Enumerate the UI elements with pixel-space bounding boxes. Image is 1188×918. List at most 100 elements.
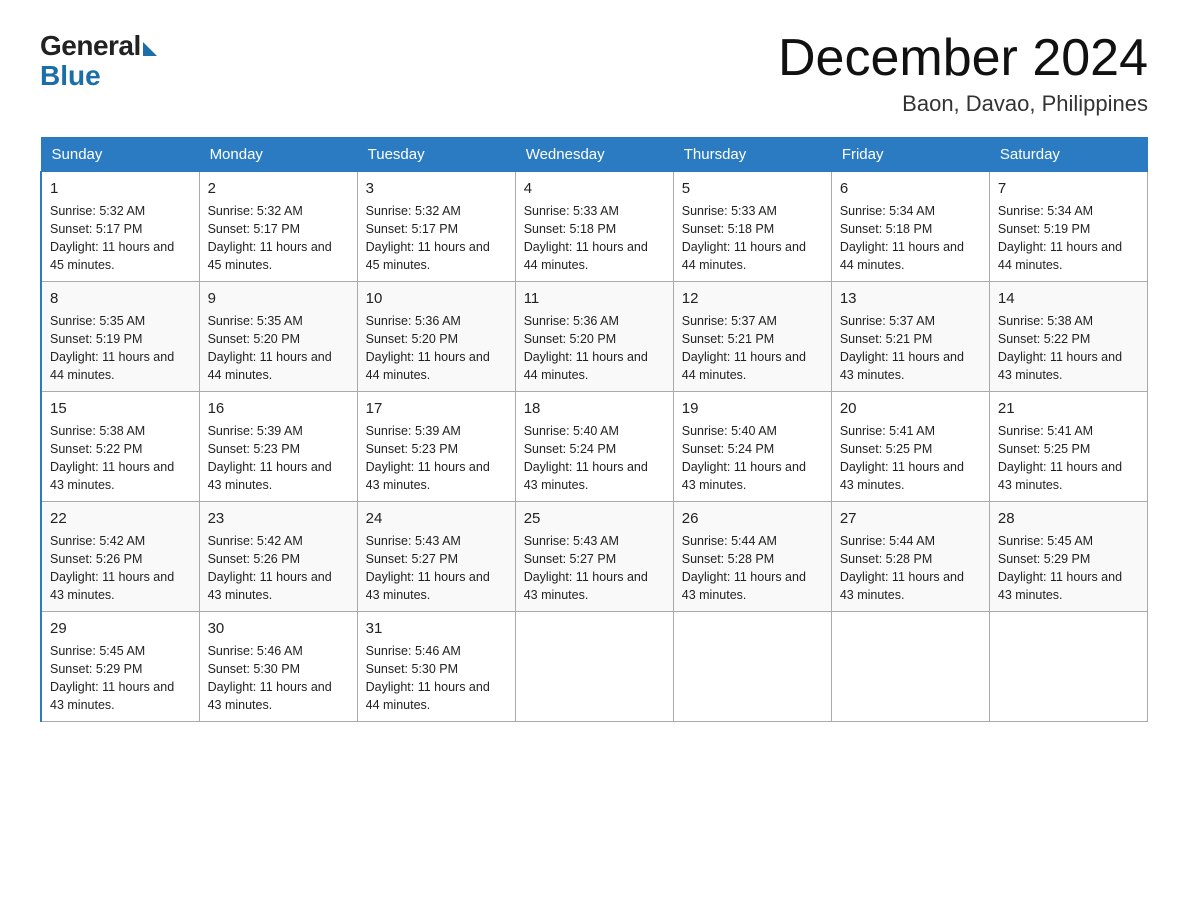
day-info: Sunrise: 5:46 AMSunset: 5:30 PMDaylight:… bbox=[366, 644, 490, 712]
day-info: Sunrise: 5:42 AMSunset: 5:26 PMDaylight:… bbox=[50, 534, 174, 602]
weekday-header-sunday: Sunday bbox=[41, 138, 199, 172]
calendar-cell: 6 Sunrise: 5:34 AMSunset: 5:18 PMDayligh… bbox=[831, 172, 989, 282]
calendar-cell: 21 Sunrise: 5:41 AMSunset: 5:25 PMDaylig… bbox=[989, 392, 1147, 502]
day-info: Sunrise: 5:45 AMSunset: 5:29 PMDaylight:… bbox=[998, 534, 1122, 602]
calendar-cell bbox=[515, 612, 673, 722]
day-number: 16 bbox=[208, 398, 349, 420]
day-number: 31 bbox=[366, 618, 507, 640]
weekday-header-monday: Monday bbox=[199, 138, 357, 172]
title-block: December 2024 Baon, Davao, Philippines bbox=[778, 30, 1148, 117]
day-info: Sunrise: 5:38 AMSunset: 5:22 PMDaylight:… bbox=[50, 424, 174, 492]
calendar-table: SundayMondayTuesdayWednesdayThursdayFrid… bbox=[40, 137, 1148, 722]
calendar-cell: 11 Sunrise: 5:36 AMSunset: 5:20 PMDaylig… bbox=[515, 282, 673, 392]
day-number: 27 bbox=[840, 508, 981, 530]
day-info: Sunrise: 5:41 AMSunset: 5:25 PMDaylight:… bbox=[998, 424, 1122, 492]
location-title: Baon, Davao, Philippines bbox=[778, 91, 1148, 117]
day-number: 21 bbox=[998, 398, 1139, 420]
day-number: 22 bbox=[50, 508, 191, 530]
calendar-cell: 23 Sunrise: 5:42 AMSunset: 5:26 PMDaylig… bbox=[199, 502, 357, 612]
day-number: 24 bbox=[366, 508, 507, 530]
calendar-cell bbox=[831, 612, 989, 722]
calendar-cell: 2 Sunrise: 5:32 AMSunset: 5:17 PMDayligh… bbox=[199, 172, 357, 282]
day-number: 2 bbox=[208, 178, 349, 200]
day-info: Sunrise: 5:44 AMSunset: 5:28 PMDaylight:… bbox=[840, 534, 964, 602]
calendar-cell: 26 Sunrise: 5:44 AMSunset: 5:28 PMDaylig… bbox=[673, 502, 831, 612]
day-info: Sunrise: 5:37 AMSunset: 5:21 PMDaylight:… bbox=[840, 314, 964, 382]
day-number: 18 bbox=[524, 398, 665, 420]
calendar-cell: 1 Sunrise: 5:32 AMSunset: 5:17 PMDayligh… bbox=[41, 172, 199, 282]
day-number: 25 bbox=[524, 508, 665, 530]
calendar-cell: 27 Sunrise: 5:44 AMSunset: 5:28 PMDaylig… bbox=[831, 502, 989, 612]
calendar-cell: 14 Sunrise: 5:38 AMSunset: 5:22 PMDaylig… bbox=[989, 282, 1147, 392]
day-info: Sunrise: 5:36 AMSunset: 5:20 PMDaylight:… bbox=[366, 314, 490, 382]
logo-triangle-icon bbox=[143, 42, 157, 56]
logo-general-text: General bbox=[40, 30, 141, 62]
day-info: Sunrise: 5:34 AMSunset: 5:18 PMDaylight:… bbox=[840, 204, 964, 272]
calendar-cell bbox=[673, 612, 831, 722]
calendar-cell: 7 Sunrise: 5:34 AMSunset: 5:19 PMDayligh… bbox=[989, 172, 1147, 282]
day-info: Sunrise: 5:39 AMSunset: 5:23 PMDaylight:… bbox=[208, 424, 332, 492]
calendar-cell: 24 Sunrise: 5:43 AMSunset: 5:27 PMDaylig… bbox=[357, 502, 515, 612]
weekday-header-row: SundayMondayTuesdayWednesdayThursdayFrid… bbox=[41, 138, 1148, 172]
day-info: Sunrise: 5:33 AMSunset: 5:18 PMDaylight:… bbox=[682, 204, 806, 272]
day-info: Sunrise: 5:33 AMSunset: 5:18 PMDaylight:… bbox=[524, 204, 648, 272]
calendar-cell: 5 Sunrise: 5:33 AMSunset: 5:18 PMDayligh… bbox=[673, 172, 831, 282]
calendar-week-row: 1 Sunrise: 5:32 AMSunset: 5:17 PMDayligh… bbox=[41, 172, 1148, 282]
calendar-cell: 15 Sunrise: 5:38 AMSunset: 5:22 PMDaylig… bbox=[41, 392, 199, 502]
day-info: Sunrise: 5:40 AMSunset: 5:24 PMDaylight:… bbox=[524, 424, 648, 492]
day-number: 29 bbox=[50, 618, 191, 640]
calendar-cell: 12 Sunrise: 5:37 AMSunset: 5:21 PMDaylig… bbox=[673, 282, 831, 392]
day-number: 30 bbox=[208, 618, 349, 640]
day-number: 20 bbox=[840, 398, 981, 420]
day-number: 8 bbox=[50, 288, 191, 310]
day-info: Sunrise: 5:46 AMSunset: 5:30 PMDaylight:… bbox=[208, 644, 332, 712]
day-number: 17 bbox=[366, 398, 507, 420]
day-number: 14 bbox=[998, 288, 1139, 310]
calendar-cell: 29 Sunrise: 5:45 AMSunset: 5:29 PMDaylig… bbox=[41, 612, 199, 722]
calendar-cell: 8 Sunrise: 5:35 AMSunset: 5:19 PMDayligh… bbox=[41, 282, 199, 392]
day-info: Sunrise: 5:35 AMSunset: 5:20 PMDaylight:… bbox=[208, 314, 332, 382]
day-number: 7 bbox=[998, 178, 1139, 200]
calendar-week-row: 15 Sunrise: 5:38 AMSunset: 5:22 PMDaylig… bbox=[41, 392, 1148, 502]
day-info: Sunrise: 5:32 AMSunset: 5:17 PMDaylight:… bbox=[50, 204, 174, 272]
day-info: Sunrise: 5:32 AMSunset: 5:17 PMDaylight:… bbox=[208, 204, 332, 272]
day-info: Sunrise: 5:44 AMSunset: 5:28 PMDaylight:… bbox=[682, 534, 806, 602]
day-info: Sunrise: 5:41 AMSunset: 5:25 PMDaylight:… bbox=[840, 424, 964, 492]
calendar-cell: 19 Sunrise: 5:40 AMSunset: 5:24 PMDaylig… bbox=[673, 392, 831, 502]
calendar-cell: 9 Sunrise: 5:35 AMSunset: 5:20 PMDayligh… bbox=[199, 282, 357, 392]
day-number: 23 bbox=[208, 508, 349, 530]
day-number: 11 bbox=[524, 288, 665, 310]
calendar-week-row: 29 Sunrise: 5:45 AMSunset: 5:29 PMDaylig… bbox=[41, 612, 1148, 722]
calendar-cell: 16 Sunrise: 5:39 AMSunset: 5:23 PMDaylig… bbox=[199, 392, 357, 502]
calendar-cell: 25 Sunrise: 5:43 AMSunset: 5:27 PMDaylig… bbox=[515, 502, 673, 612]
calendar-cell: 10 Sunrise: 5:36 AMSunset: 5:20 PMDaylig… bbox=[357, 282, 515, 392]
logo-blue-text: Blue bbox=[40, 62, 101, 90]
day-info: Sunrise: 5:40 AMSunset: 5:24 PMDaylight:… bbox=[682, 424, 806, 492]
calendar-cell: 31 Sunrise: 5:46 AMSunset: 5:30 PMDaylig… bbox=[357, 612, 515, 722]
calendar-week-row: 8 Sunrise: 5:35 AMSunset: 5:19 PMDayligh… bbox=[41, 282, 1148, 392]
calendar-cell: 22 Sunrise: 5:42 AMSunset: 5:26 PMDaylig… bbox=[41, 502, 199, 612]
calendar-week-row: 22 Sunrise: 5:42 AMSunset: 5:26 PMDaylig… bbox=[41, 502, 1148, 612]
calendar-cell: 3 Sunrise: 5:32 AMSunset: 5:17 PMDayligh… bbox=[357, 172, 515, 282]
weekday-header-thursday: Thursday bbox=[673, 138, 831, 172]
day-info: Sunrise: 5:35 AMSunset: 5:19 PMDaylight:… bbox=[50, 314, 174, 382]
day-number: 10 bbox=[366, 288, 507, 310]
calendar-cell: 18 Sunrise: 5:40 AMSunset: 5:24 PMDaylig… bbox=[515, 392, 673, 502]
calendar-cell: 20 Sunrise: 5:41 AMSunset: 5:25 PMDaylig… bbox=[831, 392, 989, 502]
day-info: Sunrise: 5:37 AMSunset: 5:21 PMDaylight:… bbox=[682, 314, 806, 382]
day-number: 12 bbox=[682, 288, 823, 310]
day-number: 1 bbox=[50, 178, 191, 200]
day-number: 26 bbox=[682, 508, 823, 530]
calendar-cell: 30 Sunrise: 5:46 AMSunset: 5:30 PMDaylig… bbox=[199, 612, 357, 722]
day-info: Sunrise: 5:34 AMSunset: 5:19 PMDaylight:… bbox=[998, 204, 1122, 272]
day-number: 19 bbox=[682, 398, 823, 420]
logo: General Blue bbox=[40, 30, 157, 90]
calendar-cell: 13 Sunrise: 5:37 AMSunset: 5:21 PMDaylig… bbox=[831, 282, 989, 392]
calendar-cell: 28 Sunrise: 5:45 AMSunset: 5:29 PMDaylig… bbox=[989, 502, 1147, 612]
day-number: 15 bbox=[50, 398, 191, 420]
day-info: Sunrise: 5:43 AMSunset: 5:27 PMDaylight:… bbox=[366, 534, 490, 602]
weekday-header-friday: Friday bbox=[831, 138, 989, 172]
page-header: General Blue December 2024 Baon, Davao, … bbox=[40, 30, 1148, 117]
calendar-cell: 17 Sunrise: 5:39 AMSunset: 5:23 PMDaylig… bbox=[357, 392, 515, 502]
day-number: 4 bbox=[524, 178, 665, 200]
